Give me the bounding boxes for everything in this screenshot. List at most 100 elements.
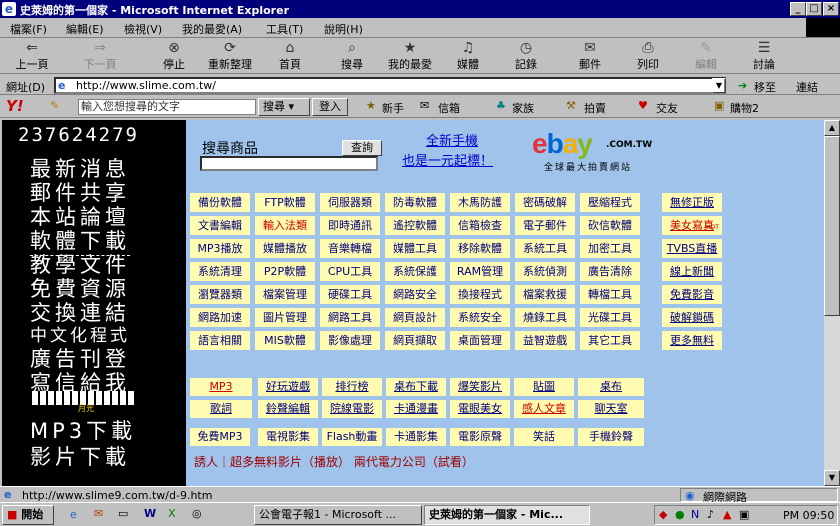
entertainment-link[interactable]: 卡通漫畫	[386, 400, 446, 418]
nav-video-download[interactable]: 影片下載	[30, 441, 130, 471]
category-link[interactable]: 瀏覽器類	[190, 285, 250, 304]
category-link[interactable]: 換接程式	[450, 285, 510, 304]
scroll-down-button[interactable]: ▼	[824, 470, 840, 486]
task-ie-window[interactable]: 史萊姆的第一個家 - Mic...	[424, 505, 590, 525]
category-link[interactable]: 移除軟體	[450, 239, 510, 258]
quicklaunch-word-icon[interactable]: W	[144, 507, 156, 520]
entertainment-link[interactable]: 鈴聲編輯	[258, 400, 318, 418]
print-button[interactable]: ⎙ 列印	[620, 40, 676, 72]
pencil-icon[interactable]: ✎	[50, 99, 59, 112]
category-link[interactable]: MIS軟體	[255, 331, 315, 350]
category-link[interactable]: FTP軟體	[255, 193, 315, 212]
category-link[interactable]: 其它工具	[580, 331, 640, 350]
entertainment-link[interactable]: 院線電影	[322, 400, 382, 418]
yahoo-auction[interactable]: 拍賣	[584, 100, 606, 116]
search-button[interactable]: ⌕ 搜尋	[324, 40, 380, 72]
tray-icon-5[interactable]: ▲	[723, 508, 731, 521]
query-button[interactable]: 查詢	[342, 140, 382, 156]
category-link[interactable]: 系統安全	[450, 308, 510, 327]
category-link[interactable]: 輸入法類	[255, 216, 315, 235]
category-link[interactable]: MP3播放	[190, 239, 250, 258]
task-outlook-newsletter[interactable]: 公會電子報1 - Microsoft ...	[254, 505, 422, 525]
menu-view[interactable]: 檢視(V)	[124, 21, 162, 37]
category-link[interactable]: 燒錄工具	[515, 308, 575, 327]
close-button[interactable]: ×	[823, 2, 839, 16]
entertainment-link[interactable]: 排行榜	[322, 378, 382, 396]
category-link[interactable]: 廣告清除	[580, 262, 640, 281]
yahoo-search-input[interactable]: 輸入您想搜尋的文字	[78, 99, 256, 115]
category-link[interactable]: 密碼破解	[515, 193, 575, 212]
category-link[interactable]: 轉檔工具	[580, 285, 640, 304]
entertainment-link[interactable]: 感人文章	[514, 400, 574, 418]
scroll-thumb[interactable]	[824, 136, 840, 316]
quicklaunch-media-icon[interactable]: ◎	[192, 507, 202, 520]
category-link[interactable]: 網頁設計	[385, 308, 445, 327]
entertainment-link[interactable]: 桌布下載	[386, 378, 446, 396]
yahoo-search-button[interactable]: 搜尋 ▾	[258, 98, 310, 116]
quicklaunch-excel-icon[interactable]: X	[168, 507, 176, 520]
media-link[interactable]: Flash動畫	[322, 428, 382, 446]
footer-promo[interactable]: 誘人｜超多無料影片（播放） 兩代電力公司（試看）	[194, 453, 474, 470]
tray-icon-6[interactable]: ▣	[739, 508, 749, 521]
yahoo-logo[interactable]: Y!	[6, 97, 24, 115]
clock[interactable]: PM 09:50	[783, 509, 834, 522]
category-link[interactable]: 桌面管理	[450, 331, 510, 350]
category-link[interactable]: 圖片管理	[255, 308, 315, 327]
side-link[interactable]: 無修正版	[662, 193, 722, 212]
category-link[interactable]: 益智遊戲	[515, 331, 575, 350]
category-link[interactable]: 影像處理	[320, 331, 380, 350]
back-button[interactable]: ⇐ 上一頁	[4, 40, 60, 72]
entertainment-link[interactable]: MP3	[190, 378, 252, 396]
category-link[interactable]: 系統保護	[385, 262, 445, 281]
home-button[interactable]: ⌂ 首頁	[262, 40, 318, 72]
media-link[interactable]: 笑話	[514, 428, 574, 446]
yahoo-shopping[interactable]: 購物2	[730, 100, 759, 116]
category-link[interactable]: 防毒軟體	[385, 193, 445, 212]
address-input[interactable]: e http://www.slime.com.tw/	[54, 77, 726, 94]
category-link[interactable]: 系統偵測	[515, 262, 575, 281]
edit-button[interactable]: ✎ 編輯	[678, 40, 734, 72]
side-link[interactable]: TVBS直播	[662, 239, 722, 258]
product-search-input[interactable]	[200, 156, 378, 171]
refresh-button[interactable]: ⟳ 重新整理	[202, 40, 258, 72]
forward-button[interactable]: ⇒ 下一頁	[72, 40, 128, 72]
menu-help[interactable]: 說明(H)	[324, 21, 363, 37]
side-link[interactable]: 免費影音	[662, 285, 722, 304]
category-link[interactable]: 媒體工具	[385, 239, 445, 258]
start-button[interactable]: ■ 開始	[2, 505, 54, 525]
entertainment-link[interactable]: 電眼美女	[450, 400, 510, 418]
discuss-button[interactable]: ☰ 討論	[736, 40, 792, 72]
menu-favorites[interactable]: 我的最愛(A)	[182, 21, 242, 37]
yahoo-newbie[interactable]: 新手	[382, 100, 404, 116]
tray-icon-3[interactable]: N	[691, 508, 699, 521]
category-link[interactable]: 語言相關	[190, 331, 250, 350]
history-button[interactable]: ◷ 記錄	[498, 40, 554, 72]
menu-edit[interactable]: 編輯(E)	[66, 21, 104, 37]
yahoo-mail[interactable]: 信箱	[438, 100, 460, 116]
category-link[interactable]: 網路加速	[190, 308, 250, 327]
ebay-logo[interactable]: ebay	[532, 128, 593, 160]
category-link[interactable]: 即時通訊	[320, 216, 380, 235]
promo-new-phone-link[interactable]: 全新手機	[426, 130, 478, 149]
category-link[interactable]: CPU工具	[320, 262, 380, 281]
menu-file[interactable]: 檔案(F)	[10, 21, 47, 37]
yahoo-login-button[interactable]: 登入	[312, 98, 348, 116]
side-link[interactable]: 更多無料	[662, 331, 722, 350]
entertainment-link[interactable]: 聊天室	[578, 400, 644, 418]
minimize-button[interactable]: _	[790, 2, 806, 16]
menu-tools[interactable]: 工具(T)	[266, 21, 303, 37]
media-button[interactable]: ♫ 媒體	[440, 40, 496, 72]
category-link[interactable]: 光碟工具	[580, 308, 640, 327]
media-link[interactable]: 電影原聲	[450, 428, 510, 446]
favorites-button[interactable]: ★ 我的最愛	[382, 40, 438, 72]
category-link[interactable]: 信箱檢查	[450, 216, 510, 235]
category-link[interactable]: 遙控軟體	[385, 216, 445, 235]
media-link[interactable]: 卡通影集	[386, 428, 446, 446]
media-link[interactable]: 免費MP3	[190, 428, 250, 446]
scroll-up-button[interactable]: ▲	[824, 120, 840, 136]
entertainment-link[interactable]: 爆笑影片	[450, 378, 510, 396]
category-link[interactable]: 加密工具	[580, 239, 640, 258]
stop-button[interactable]: ⊗ 停止	[146, 40, 202, 72]
quicklaunch-ie-icon[interactable]: e	[70, 508, 77, 521]
quicklaunch-outlook-icon[interactable]: ✉	[94, 507, 103, 520]
